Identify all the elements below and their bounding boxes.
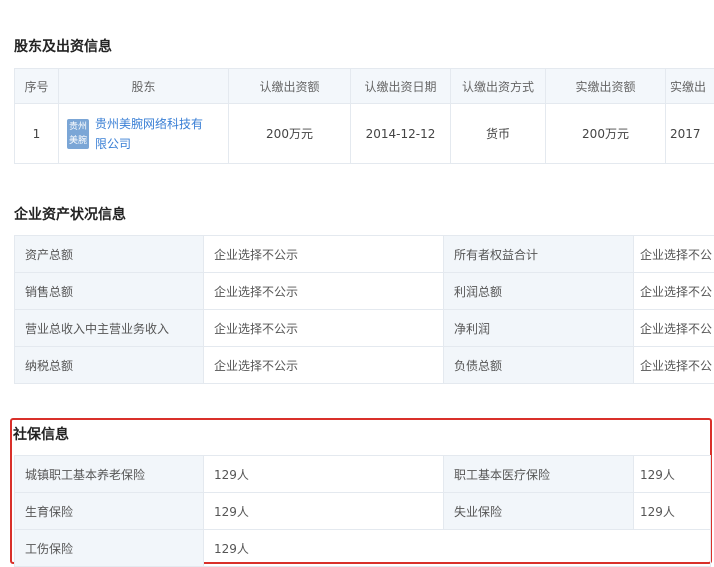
field-label: 营业总收入中主营业务收入 xyxy=(15,310,204,347)
col-header: 认缴出资方式 xyxy=(451,69,546,104)
field-value: 企业选择不公示 xyxy=(204,310,444,347)
col-header: 实缴出 xyxy=(666,69,714,104)
section-title-assets: 企业资产状况信息 xyxy=(14,204,126,224)
field-label: 净利润 xyxy=(444,310,634,347)
field-label: 职工基本医疗保险 xyxy=(444,456,634,493)
field-label: 城镇职工基本养老保险 xyxy=(15,456,204,493)
field-label: 失业保险 xyxy=(444,493,634,530)
company-logo: 贵州美腕 xyxy=(67,119,89,149)
field-label: 所有者权益合计 xyxy=(444,236,634,273)
col-header: 认缴出资额 xyxy=(229,69,351,104)
table-row: 生育保险129人失业保险129人 xyxy=(15,493,711,530)
table-row: 工伤保险129人 xyxy=(15,530,711,567)
paid-amount: 200万元 xyxy=(546,104,666,164)
shareholder-cell: 贵州美腕贵州美腕网络科技有限公司 xyxy=(59,104,229,164)
table-header: 序号 股东 认缴出资额 认缴出资日期 认缴出资方式 实缴出资额 实缴出 xyxy=(15,69,714,104)
shareholder-link[interactable]: 贵州美腕网络科技有限公司 xyxy=(95,114,203,154)
field-value: 129人 xyxy=(204,456,444,493)
field-value: 企业选择不公示 xyxy=(204,236,444,273)
paid-date: 2017 xyxy=(666,104,714,164)
field-value: 企业选择不公 xyxy=(634,236,714,273)
field-value: 129人 xyxy=(634,493,711,530)
field-label: 负债总额 xyxy=(444,347,634,384)
field-value: 129人 xyxy=(634,456,711,493)
field-label: 纳税总额 xyxy=(15,347,204,384)
field-value: 企业选择不公示 xyxy=(204,273,444,310)
table-row: 销售总额企业选择不公示利润总额企业选择不公 xyxy=(15,273,714,310)
table-row: 营业总收入中主营业务收入企业选择不公示净利润企业选择不公 xyxy=(15,310,714,347)
field-label: 利润总额 xyxy=(444,273,634,310)
field-label: 工伤保险 xyxy=(15,530,204,567)
subscribed-method: 货币 xyxy=(451,104,546,164)
field-value: 企业选择不公 xyxy=(634,273,714,310)
field-value: 企业选择不公 xyxy=(634,347,714,384)
table-row: 城镇职工基本养老保险129人职工基本医疗保险129人 xyxy=(15,456,711,493)
col-header: 实缴出资额 xyxy=(546,69,666,104)
col-header: 股东 xyxy=(59,69,229,104)
field-label: 资产总额 xyxy=(15,236,204,273)
field-value: 企业选择不公 xyxy=(634,310,714,347)
section-title-shareholders: 股东及出资信息 xyxy=(14,36,112,56)
field-value: 企业选择不公示 xyxy=(204,347,444,384)
table-row: 纳税总额企业选择不公示负债总额企业选择不公 xyxy=(15,347,714,384)
col-header: 认缴出资日期 xyxy=(351,69,451,104)
table-row: 资产总额企业选择不公示所有者权益合计企业选择不公 xyxy=(15,236,714,273)
social-table: 城镇职工基本养老保险129人职工基本医疗保险129人生育保险129人失业保险12… xyxy=(14,455,711,567)
shareholders-table: 序号 股东 认缴出资额 认缴出资日期 认缴出资方式 实缴出资额 实缴出 1 贵州… xyxy=(14,68,714,164)
row-number: 1 xyxy=(15,104,59,164)
table-row: 1 贵州美腕贵州美腕网络科技有限公司 200万元 2014-12-12 货币 2… xyxy=(15,104,714,164)
field-value: 129人 xyxy=(204,493,444,530)
assets-table: 资产总额企业选择不公示所有者权益合计企业选择不公销售总额企业选择不公示利润总额企… xyxy=(14,235,714,384)
subscribed-amount: 200万元 xyxy=(229,104,351,164)
subscribed-date: 2014-12-12 xyxy=(351,104,451,164)
section-title-social: 社保信息 xyxy=(13,424,69,444)
field-label: 销售总额 xyxy=(15,273,204,310)
col-header: 序号 xyxy=(15,69,59,104)
field-value: 129人 xyxy=(204,530,711,567)
field-label: 生育保险 xyxy=(15,493,204,530)
